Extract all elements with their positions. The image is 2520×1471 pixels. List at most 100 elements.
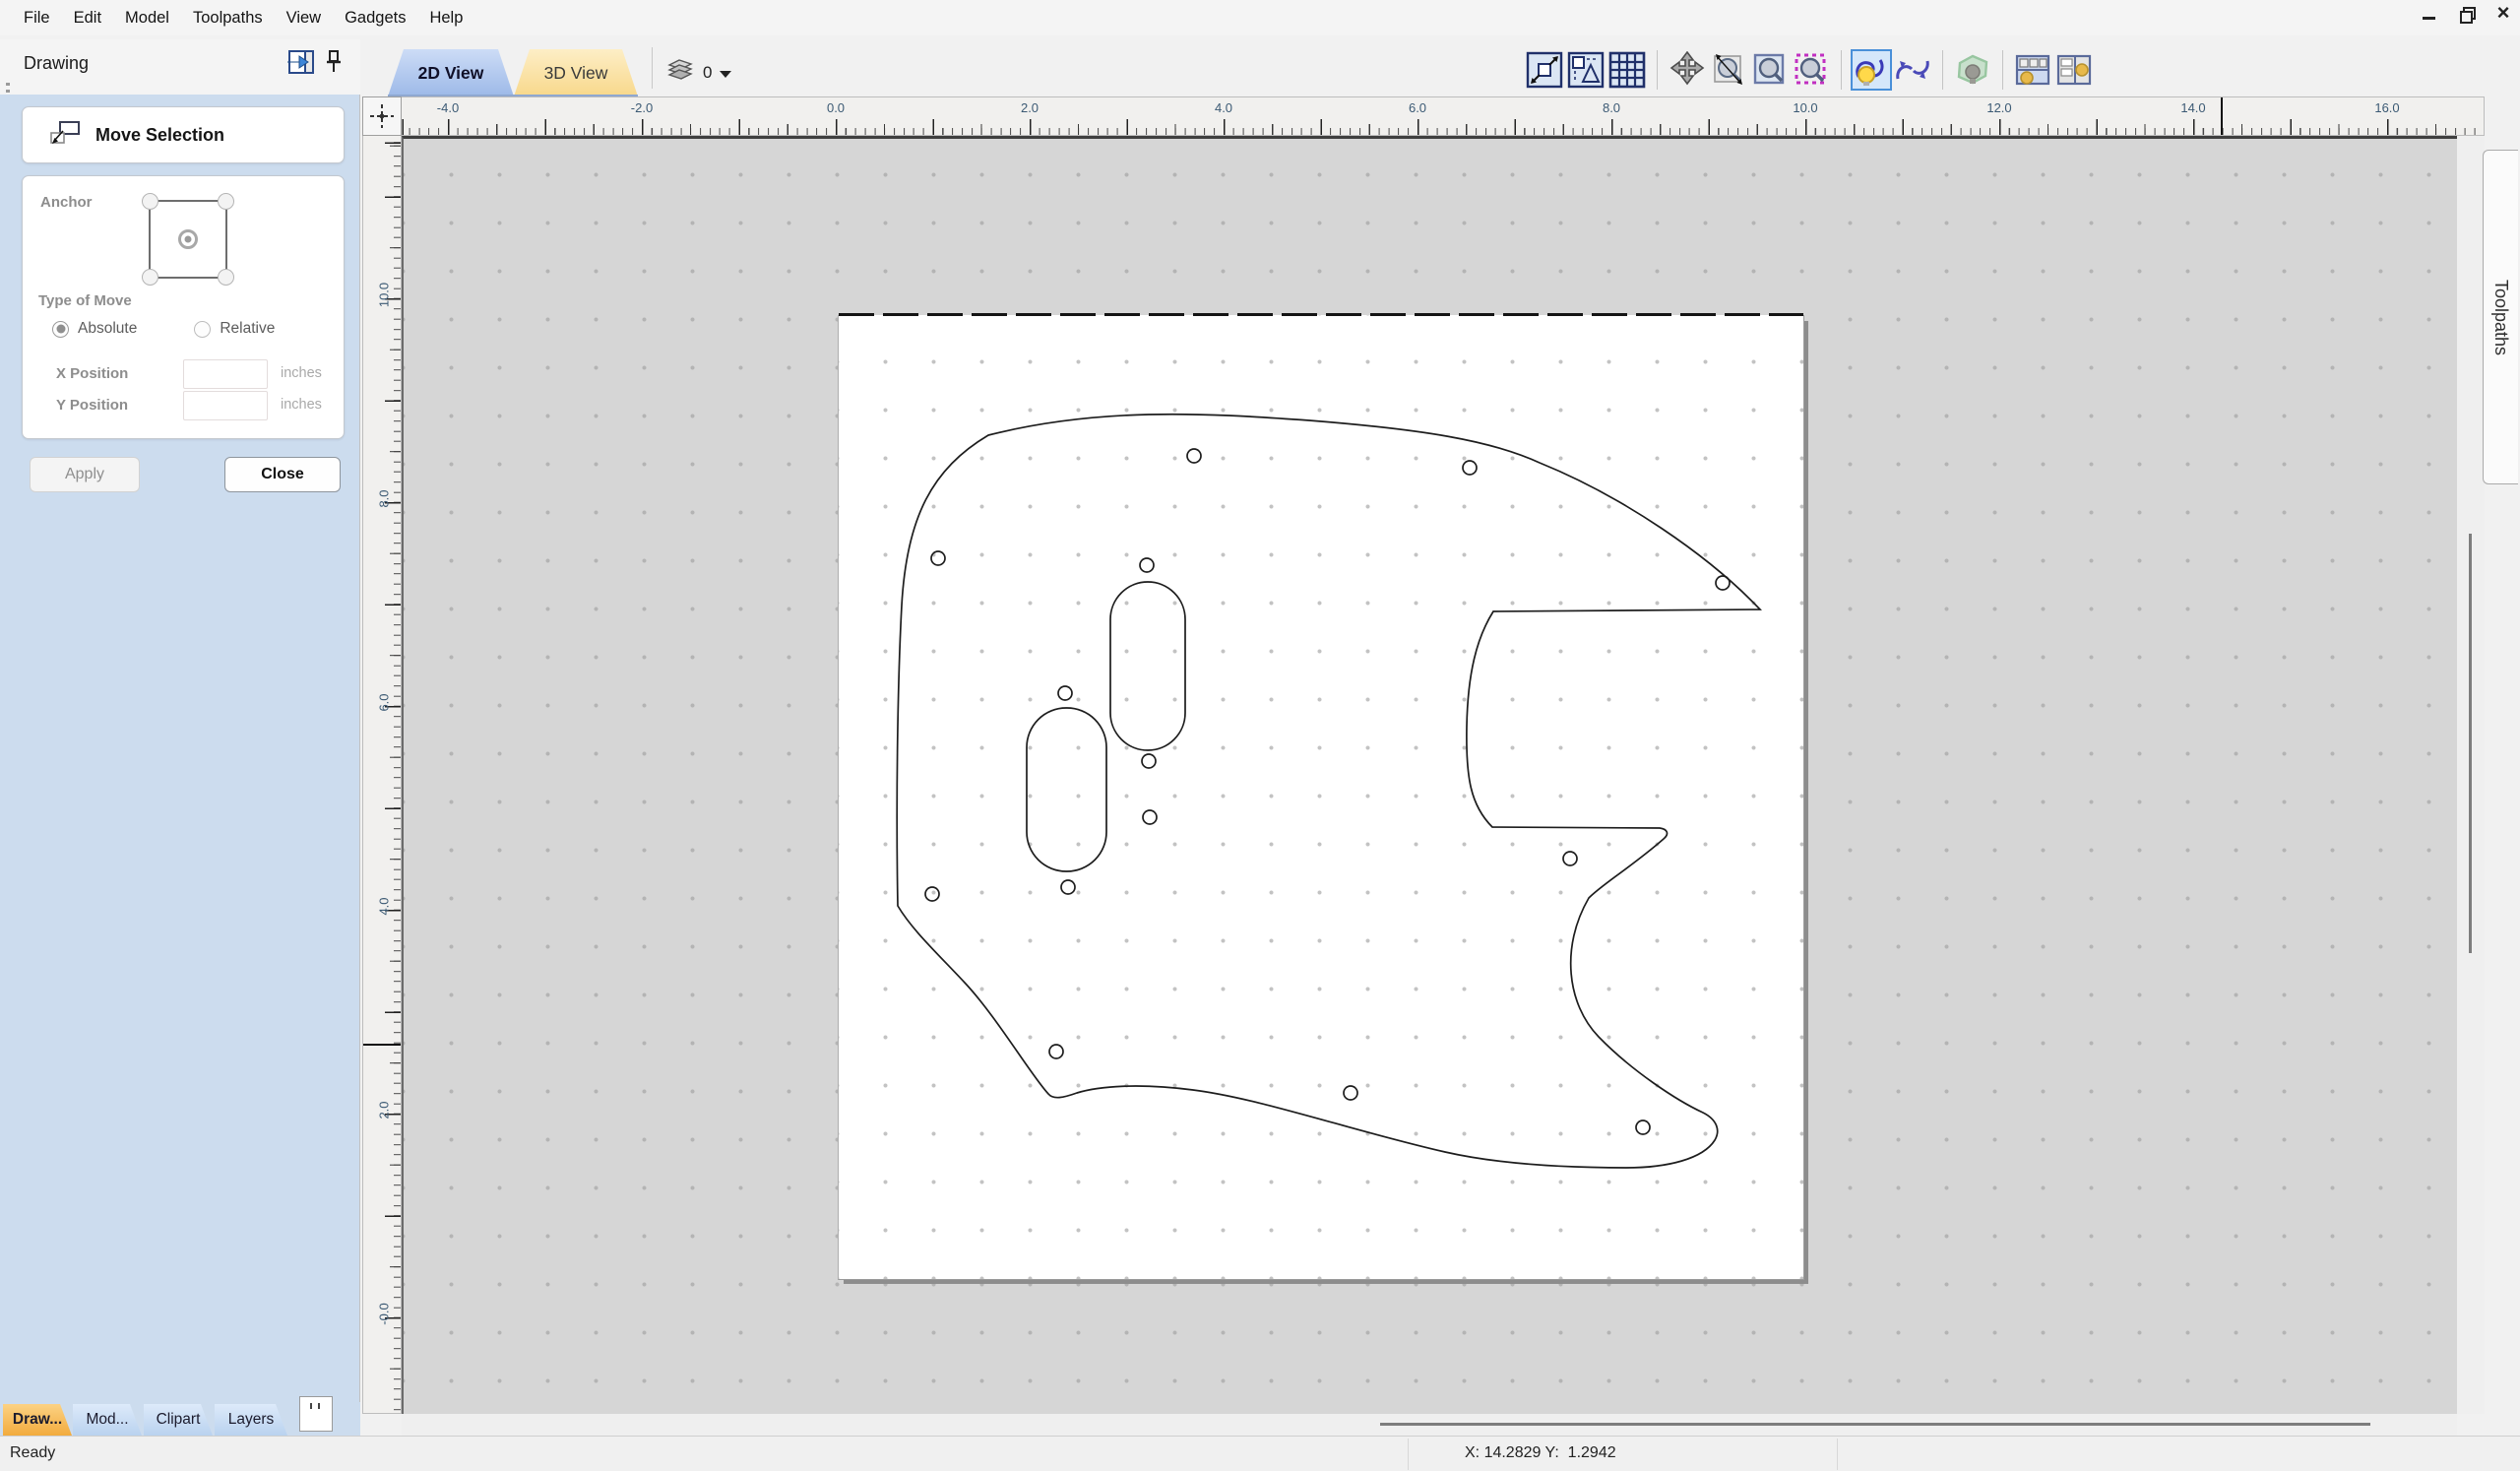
zoom-interactive-icon[interactable]	[1710, 51, 1747, 89]
layout-tabbed-icon[interactable]	[2014, 51, 2051, 89]
vertical-scrollbar-thumb[interactable]	[2469, 534, 2472, 953]
menu-file[interactable]: File	[14, 4, 60, 32]
panel-title: Drawing	[24, 53, 89, 74]
ruler-label: 16.0	[2374, 100, 2399, 115]
restore-icon[interactable]	[2455, 2, 2477, 24]
zoom-extents-icon[interactable]	[1526, 51, 1563, 89]
grid-toggle-icon[interactable]	[1608, 51, 1646, 89]
screw-hole[interactable]	[1716, 576, 1730, 590]
close-icon[interactable]: ×	[2492, 2, 2514, 24]
menu-model[interactable]: Model	[115, 4, 179, 32]
zoom-window-icon[interactable]	[1751, 51, 1789, 89]
menu-toolpaths[interactable]: Toolpaths	[183, 4, 273, 32]
ruler-label: 8.0	[1603, 100, 1620, 115]
radio-relative[interactable]: Relative	[194, 320, 275, 338]
screw-hole[interactable]	[1058, 686, 1072, 700]
ruler-origin-button[interactable]	[362, 96, 402, 136]
layer-count: 0	[703, 63, 712, 83]
drawing-canvas[interactable]	[402, 136, 2457, 1414]
ruler-label: -2.0	[631, 100, 653, 115]
snap-toggle-on-icon[interactable]	[1853, 51, 1890, 89]
pickup-cutouts	[1027, 582, 1185, 871]
pickup-cutout[interactable]	[1027, 708, 1106, 871]
x-position-label: X Position	[56, 365, 128, 382]
layer-selector[interactable]: 0	[665, 57, 731, 88]
x-position-input[interactable]	[183, 359, 268, 389]
x-position-unit: inches	[281, 365, 322, 381]
tab-scroll-control[interactable]	[299, 1396, 333, 1432]
layer-stack-icon	[665, 57, 695, 88]
anchor-top-right[interactable]	[218, 193, 234, 210]
auto-hide-panel-icon[interactable]	[285, 49, 315, 80]
screw-hole[interactable]	[931, 551, 945, 565]
chevron-down-icon	[720, 71, 731, 78]
screw-hole[interactable]	[1463, 461, 1477, 475]
top-ruler[interactable]: -4.0-2.00.02.04.06.08.010.012.014.016.0	[402, 96, 2485, 136]
y-position-input[interactable]	[183, 391, 268, 420]
zoom-selection-icon[interactable]	[1793, 51, 1830, 89]
move-selection-form: Anchor Type of Move Absolute Relative X …	[22, 175, 345, 439]
screw-hole[interactable]	[1142, 754, 1156, 768]
cursor-coordinates: X: 14.2829 Y: 1.2942	[1465, 1444, 1616, 1462]
screw-hole[interactable]	[925, 887, 939, 901]
anchor-center-selected[interactable]	[178, 229, 198, 249]
ruler-label: 12.0	[1986, 100, 2011, 115]
menu-gadgets[interactable]: Gadgets	[335, 4, 415, 32]
ruler-label: -4.0	[437, 100, 459, 115]
screw-hole[interactable]	[1143, 810, 1157, 824]
material-visibility-icon[interactable]	[1954, 51, 1991, 89]
tab-2d-view[interactable]: 2D View	[388, 49, 514, 96]
tab-modeling[interactable]: Mod...	[73, 1404, 142, 1436]
anchor-widget	[149, 200, 227, 279]
left-ruler[interactable]: 10.08.06.04.02.0-0.0	[362, 136, 402, 1414]
pin-panel-icon[interactable]	[325, 49, 343, 80]
window-controls: ×	[2418, 2, 2514, 24]
pickup-cutout[interactable]	[1110, 582, 1185, 750]
ruler-label: 0.0	[827, 100, 845, 115]
tab-layers[interactable]: Layers	[215, 1404, 287, 1436]
ruler-label: 10.0	[1793, 100, 1817, 115]
tool-title: Move Selection	[95, 125, 224, 146]
anchor-bottom-right[interactable]	[218, 269, 234, 286]
drawing-panel-header: Drawing	[0, 39, 360, 95]
ruler-cursor-y	[363, 1044, 401, 1046]
screw-hole[interactable]	[1636, 1120, 1650, 1134]
screw-hole[interactable]	[1344, 1086, 1357, 1100]
pickguard-vectors[interactable]	[839, 315, 1805, 1280]
type-of-move-label: Type of Move	[38, 292, 132, 309]
pan-icon[interactable]	[1669, 51, 1706, 89]
radio-relative-circle[interactable]	[194, 321, 211, 338]
screw-hole[interactable]	[1563, 852, 1577, 865]
screw-hole[interactable]	[1061, 880, 1075, 894]
screw-holes	[925, 449, 1730, 1134]
tab-clipart[interactable]: Clipart	[144, 1404, 213, 1436]
menu-view[interactable]: View	[277, 4, 331, 32]
ruler-label: 6.0	[377, 683, 392, 723]
snap-geometry-icon[interactable]	[1894, 51, 1931, 89]
toolpaths-flyout-tab[interactable]: Toolpaths	[2483, 150, 2518, 484]
screw-hole[interactable]	[1187, 449, 1201, 463]
horizontal-scrollbar-thumb[interactable]	[1380, 1423, 2370, 1426]
screw-hole[interactable]	[1140, 558, 1154, 572]
material-page[interactable]	[838, 315, 1804, 1280]
ruler-label: 2.0	[377, 1091, 392, 1130]
menu-help[interactable]: Help	[419, 4, 472, 32]
zoom-to-drawing-icon[interactable]	[1567, 51, 1605, 89]
horizontal-scrollbar[interactable]	[402, 1414, 2457, 1436]
anchor-bottom-left[interactable]	[142, 269, 158, 286]
tab-drawing[interactable]: Draw...	[3, 1404, 72, 1436]
anchor-top-left[interactable]	[142, 193, 158, 210]
status-bar: Ready X: 14.2829 Y: 1.2942	[0, 1436, 2520, 1471]
tab-3d-view[interactable]: 3D View	[514, 49, 638, 96]
layout-split-icon[interactable]	[2055, 51, 2093, 89]
apply-button[interactable]: Apply	[30, 457, 140, 492]
radio-absolute[interactable]: Absolute	[52, 320, 137, 338]
minimize-icon[interactable]	[2418, 2, 2439, 24]
ruler-label: 6.0	[1409, 100, 1426, 115]
vertical-scrollbar[interactable]	[2457, 136, 2485, 1414]
close-button[interactable]: Close	[224, 457, 341, 492]
menu-edit[interactable]: Edit	[64, 4, 111, 32]
radio-absolute-circle[interactable]	[52, 321, 69, 338]
view-toolbar	[1524, 47, 2095, 93]
screw-hole[interactable]	[1049, 1045, 1063, 1058]
